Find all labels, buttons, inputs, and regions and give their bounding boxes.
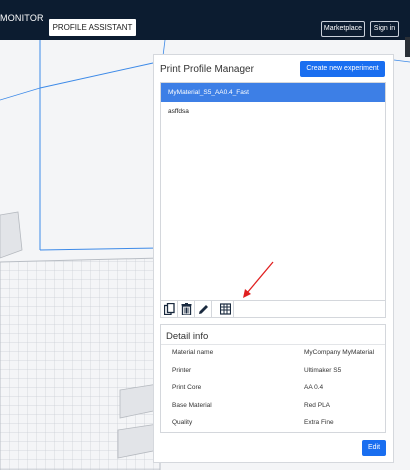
detail-value-base-material: Red PLA bbox=[304, 402, 331, 409]
detail-label-quality: Quality bbox=[172, 419, 193, 426]
detail-divider bbox=[161, 344, 385, 345]
detail-label-printer: Printer bbox=[172, 367, 192, 374]
detail-value-quality: Extra Fine bbox=[304, 419, 334, 426]
detail-value-print-core: AA 0.4 bbox=[304, 384, 324, 391]
edit-button[interactable]: Edit bbox=[362, 440, 386, 456]
detail-label-base-material: Base Material bbox=[172, 402, 212, 409]
detail-label-material-name: Material name bbox=[172, 349, 214, 356]
detail-info-title: Detail info bbox=[166, 331, 209, 342]
detail-value-material-name: MyCompany MyMaterial bbox=[304, 349, 375, 356]
detail-label-print-core: Print Core bbox=[172, 384, 202, 391]
detail-value-printer: Ultimaker S5 bbox=[304, 367, 342, 374]
